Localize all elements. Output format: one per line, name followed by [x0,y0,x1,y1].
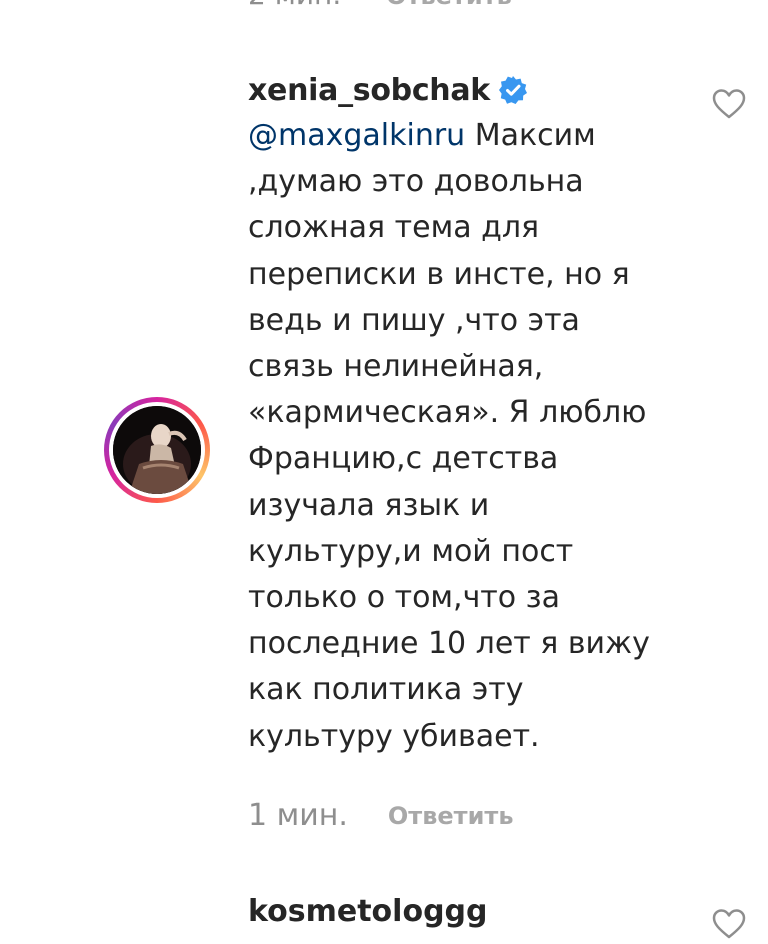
comment: xenia_sobchak @maxgalkinru Максим ,думаю… [248,68,688,760]
previous-comment-time: 2 мин. [248,0,341,11]
next-comment-username[interactable]: kosmetologgg [248,894,488,929]
comment-username[interactable]: xenia_sobchak [248,73,490,108]
avatar-image [113,406,201,494]
reply-button[interactable]: Ответить [388,802,514,830]
avatar[interactable] [104,397,210,503]
previous-comment-meta: 2 мин. Ответить [248,0,512,11]
heart-icon[interactable] [711,88,747,120]
avatar-border [109,402,205,498]
comment-time: 1 мин. [248,798,348,833]
mention-link[interactable]: @maxgalkinru [248,118,465,153]
comment-text: @maxgalkinru Максим ,думаю это довольна … [248,113,688,760]
comment-meta: 1 мин. Ответить [248,798,514,833]
heart-icon-next[interactable] [711,908,747,940]
username-row: xenia_sobchak [248,68,688,112]
avatar-photo [113,406,201,494]
verified-badge-icon [498,75,528,105]
comment-body: Максим ,думаю это довольна сложная тема … [248,118,650,754]
previous-reply-button[interactable]: Ответить [386,0,512,10]
